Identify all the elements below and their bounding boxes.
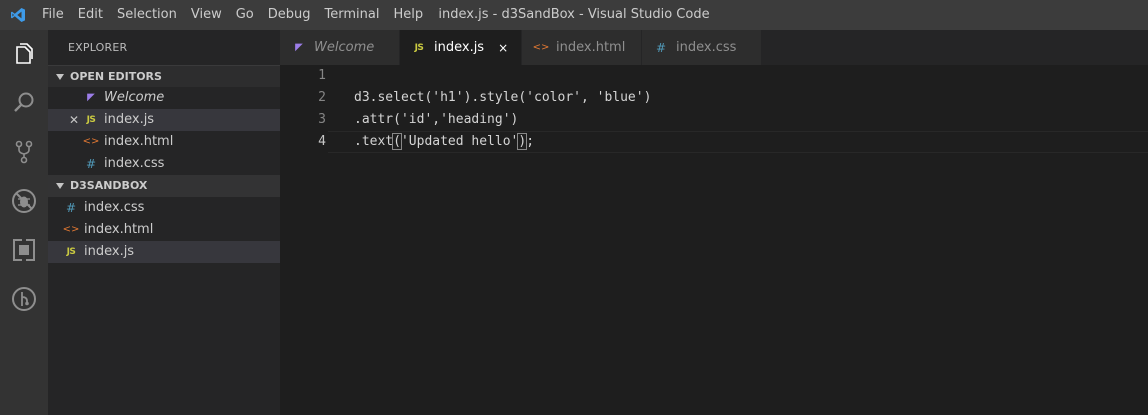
line-number: 1 <box>318 68 326 83</box>
code-line[interactable]: d3.select('h1').style('color', 'blue') <box>354 87 1134 109</box>
code-line[interactable] <box>354 65 1134 87</box>
code-token: .text <box>354 134 394 149</box>
explorer-sidebar: EXPLORER OPEN EDITORS ◤ Welcome ✕ JS index.j… <box>48 30 280 415</box>
editor-tab[interactable]: <> index.html <box>522 30 642 65</box>
files-icon[interactable] <box>0 30 48 78</box>
open-editor-item[interactable]: <> index.html <box>48 131 280 153</box>
vscode-icon: ◤ <box>87 92 95 103</box>
menu-view[interactable]: View <box>184 0 229 30</box>
vscode-icon: ◤ <box>295 42 303 53</box>
file-tree-item[interactable]: # index.css <box>48 197 280 219</box>
code-editor[interactable]: 1 2 3 4 d3.select('h1').style('color', 'blu… <box>280 65 1148 415</box>
tab-label: index.css <box>676 40 737 55</box>
file-name: index.css <box>104 156 165 171</box>
tab-label: Welcome <box>314 40 375 55</box>
menu-terminal[interactable]: Terminal <box>318 0 387 30</box>
source-control-icon[interactable] <box>0 127 48 176</box>
vscode-logo-icon <box>0 0 35 30</box>
editor-tab-bar: ◤ Welcome JS index.js × <> index.html # index.cs… <box>280 30 1148 65</box>
css-icon: # <box>85 157 97 171</box>
folder-label: D3SANDBOX <box>70 179 148 192</box>
line-number: 3 <box>318 112 326 127</box>
folder-header[interactable]: D3SANDBOX <box>48 175 280 197</box>
menu-file[interactable]: File <box>35 0 71 30</box>
activity-bar <box>0 30 48 415</box>
menu-selection[interactable]: Selection <box>110 0 184 30</box>
editor-tab[interactable]: # index.css <box>642 30 762 65</box>
html-icon: <> <box>532 42 550 53</box>
tab-label: index.js <box>434 40 485 55</box>
css-icon: # <box>655 40 667 55</box>
file-tree-item[interactable]: JS index.js <box>48 241 280 263</box>
menu-help[interactable]: Help <box>386 0 430 30</box>
menu-bar: File Edit Selection View Go Debug Terminal Help <box>35 0 430 30</box>
file-name: index.html <box>84 222 154 237</box>
file-name: Welcome <box>104 90 165 105</box>
open-editor-item[interactable]: # index.css <box>48 153 280 175</box>
js-icon: JS <box>66 247 76 257</box>
open-editors-list: ◤ Welcome ✕ JS index.js <> index.html # index.cs… <box>48 87 280 175</box>
file-name: index.js <box>104 112 155 127</box>
file-name: index.css <box>84 200 145 215</box>
title-bar: File Edit Selection View Go Debug Terminal Help… <box>0 0 1148 30</box>
tab-label: index.html <box>556 40 626 55</box>
extensions-icon[interactable] <box>0 225 48 274</box>
open-editors-header[interactable]: OPEN EDITORS <box>48 65 280 87</box>
editor-tab[interactable]: ◤ Welcome <box>280 30 400 65</box>
line-number: 4 <box>318 134 326 149</box>
chevron-down-icon <box>56 183 64 189</box>
code-area[interactable]: d3.select('h1').style('color', 'blue') .… <box>354 65 1134 153</box>
file-name: index.html <box>104 134 174 149</box>
menu-edit[interactable]: Edit <box>71 0 110 30</box>
chevron-down-icon <box>56 73 64 80</box>
js-icon: JS <box>86 115 96 125</box>
open-editor-item[interactable]: ◤ Welcome <box>48 87 280 109</box>
html-icon: <> <box>82 136 100 147</box>
code-line[interactable]: .attr('id','heading') <box>354 109 1134 131</box>
close-icon[interactable]: ✕ <box>66 109 82 131</box>
menu-debug[interactable]: Debug <box>261 0 318 30</box>
close-icon[interactable]: × <box>498 41 508 55</box>
line-number: 2 <box>318 90 326 105</box>
code-token: ; <box>526 134 535 149</box>
css-icon: # <box>65 201 77 215</box>
line-number-gutter: 1 2 3 4 <box>280 65 328 415</box>
string-token: 'Updated hello' <box>400 134 519 149</box>
file-tree-item[interactable]: <> index.html <box>48 219 280 241</box>
folder-file-list: # index.css <> index.html JS index.js <box>48 197 280 263</box>
html-icon: <> <box>62 224 80 235</box>
js-icon: JS <box>414 42 424 53</box>
bracket-match: ( <box>392 133 402 150</box>
menu-go[interactable]: Go <box>229 0 261 30</box>
file-name: index.js <box>84 244 135 259</box>
open-editors-label: OPEN EDITORS <box>70 69 162 83</box>
git-graph-icon[interactable] <box>0 274 48 323</box>
explorer-title: EXPLORER <box>68 41 128 54</box>
search-icon[interactable] <box>0 78 48 127</box>
open-editor-item[interactable]: ✕ JS index.js <box>48 109 280 131</box>
editor-tab[interactable]: JS index.js × <box>400 30 522 65</box>
code-line[interactable]: .text('Updated hello'); <box>354 131 1134 153</box>
debug-icon[interactable] <box>0 176 48 225</box>
